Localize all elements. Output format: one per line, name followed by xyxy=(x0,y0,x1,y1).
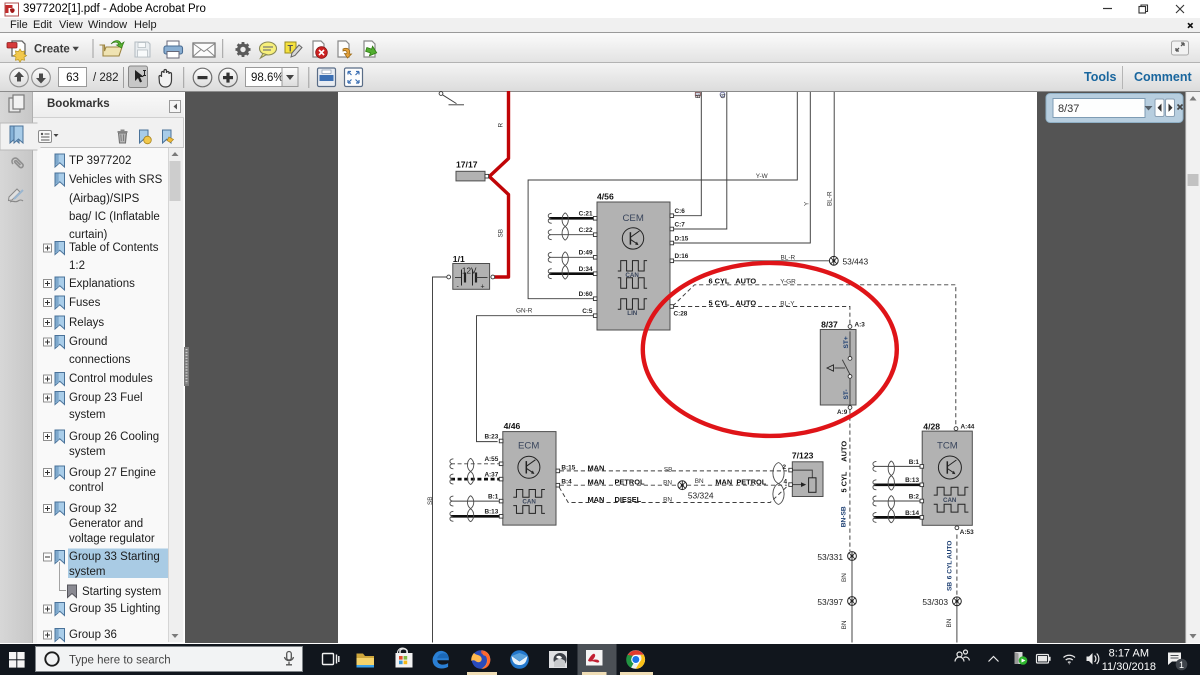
svg-text:BN: BN xyxy=(946,618,953,627)
svg-text:SB: SB xyxy=(947,582,954,591)
svg-text:AUTO: AUTO xyxy=(840,441,849,462)
svg-text:C:7: C:7 xyxy=(675,221,686,228)
svg-text:4: 4 xyxy=(784,478,788,485)
svg-text:MAN: MAN xyxy=(588,463,605,472)
svg-text:5 CYL: 5 CYL xyxy=(840,471,849,492)
svg-text:ST-: ST- xyxy=(843,389,850,399)
svg-text:BL-R: BL-R xyxy=(781,254,796,261)
svg-text:PETROL: PETROL xyxy=(615,478,645,487)
svg-text:BN-SB: BN-SB xyxy=(840,506,847,527)
svg-text:D:49: D:49 xyxy=(579,250,593,257)
svg-text:ST+: ST+ xyxy=(843,336,850,348)
svg-text:SB: SB xyxy=(427,496,434,505)
svg-text:D:16: D:16 xyxy=(675,253,689,260)
svg-text:GN-R: GN-R xyxy=(516,307,533,314)
svg-text:7/123: 7/123 xyxy=(792,450,814,460)
svg-text:G: G xyxy=(720,94,727,99)
svg-text:TCM: TCM xyxy=(937,441,958,452)
svg-text:8:17 AM: 8:17 AM xyxy=(1109,648,1149,660)
svg-text:Type here to search: Type here to search xyxy=(69,655,171,667)
svg-text:D:34: D:34 xyxy=(579,266,593,273)
svg-text:CEM: CEM xyxy=(623,213,644,224)
svg-text:MAN: MAN xyxy=(588,478,605,487)
svg-text:53/303: 53/303 xyxy=(922,597,948,607)
svg-text:8/37: 8/37 xyxy=(821,319,838,329)
svg-text:1: 1 xyxy=(1179,660,1184,670)
svg-text:6 CYL AUTO: 6 CYL AUTO xyxy=(947,541,954,580)
svg-text:BN: BN xyxy=(841,573,848,582)
svg-text:2: 2 xyxy=(783,464,787,471)
svg-text:4/46: 4/46 xyxy=(504,421,521,431)
svg-text:LIN: LIN xyxy=(627,310,637,317)
svg-text:C:21: C:21 xyxy=(579,211,593,218)
svg-text:B:13: B:13 xyxy=(905,477,919,484)
svg-text:Y: Y xyxy=(803,201,810,206)
svg-text:C:22: C:22 xyxy=(579,227,593,234)
svg-text:+: + xyxy=(481,284,485,291)
svg-text:B:23: B:23 xyxy=(484,433,498,440)
svg-text:MAN: MAN xyxy=(588,495,605,504)
svg-text:53/443: 53/443 xyxy=(843,256,869,266)
svg-text:B:1: B:1 xyxy=(488,494,499,501)
svg-text:A:44: A:44 xyxy=(961,424,975,431)
svg-text:B:2: B:2 xyxy=(909,493,920,500)
svg-text:BN: BN xyxy=(695,478,704,485)
svg-text:DIESEL: DIESEL xyxy=(615,495,642,504)
svg-text:C:6: C:6 xyxy=(675,208,686,215)
svg-text:SB: SB xyxy=(664,467,673,474)
svg-text:5 CYL AUTO: 5 CYL AUTO xyxy=(709,298,757,307)
svg-text:CAN: CAN xyxy=(522,499,536,506)
svg-text:4/56: 4/56 xyxy=(597,192,614,202)
svg-text:BN: BN xyxy=(663,479,672,486)
svg-text:53/397: 53/397 xyxy=(817,597,843,607)
svg-text:SB: SB xyxy=(497,229,504,238)
svg-text:R: R xyxy=(497,123,504,128)
svg-text:B:15: B:15 xyxy=(561,464,575,471)
svg-text:17/17: 17/17 xyxy=(456,160,478,170)
svg-text:6 CYL AUTO: 6 CYL AUTO xyxy=(709,276,757,285)
svg-text:53/324: 53/324 xyxy=(688,491,714,501)
svg-text:B:14: B:14 xyxy=(905,510,919,517)
svg-text:BN: BN xyxy=(663,496,672,503)
svg-text:CAN: CAN xyxy=(943,497,957,504)
svg-text:ECM: ECM xyxy=(518,441,539,452)
svg-text:BL-R: BL-R xyxy=(826,191,833,206)
svg-text:C:5: C:5 xyxy=(582,308,593,315)
svg-text:BN: BN xyxy=(841,620,848,629)
svg-text:A:37: A:37 xyxy=(484,472,498,479)
svg-text:11/30/2018: 11/30/2018 xyxy=(1102,661,1156,673)
svg-text:A:55: A:55 xyxy=(484,456,498,463)
svg-text:MAN PETROL: MAN PETROL xyxy=(715,477,766,486)
svg-text:C:28: C:28 xyxy=(674,310,688,317)
svg-text:A:3: A:3 xyxy=(855,321,866,328)
svg-text:Y-GR: Y-GR xyxy=(780,278,796,285)
svg-text:53/331: 53/331 xyxy=(817,552,843,562)
svg-text:A:9: A:9 xyxy=(837,409,848,416)
svg-text:BL-Y: BL-Y xyxy=(780,301,795,308)
svg-text:D:15: D:15 xyxy=(675,235,689,242)
svg-text:D:60: D:60 xyxy=(579,291,593,298)
svg-text:B:4: B:4 xyxy=(561,479,572,486)
svg-text:4/28: 4/28 xyxy=(923,422,940,432)
svg-text:A:53: A:53 xyxy=(960,529,974,536)
svg-text:1/1: 1/1 xyxy=(453,254,465,264)
svg-text:8/37: 8/37 xyxy=(1058,103,1079,115)
svg-text:Y-W: Y-W xyxy=(756,173,769,180)
svg-text:B:1: B:1 xyxy=(909,459,920,466)
svg-text:B: B xyxy=(695,94,702,98)
svg-text:B:13: B:13 xyxy=(484,509,498,516)
